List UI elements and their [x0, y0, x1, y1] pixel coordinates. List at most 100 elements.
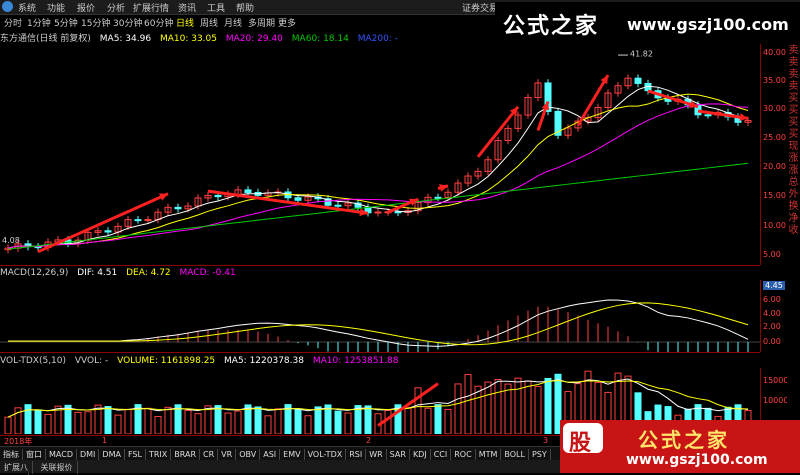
price-tick: 20.00	[763, 162, 786, 171]
vol-ma10-readout: MA10: 1253851.88	[312, 356, 399, 366]
menu-extended-market[interactable]: 扩展行情	[133, 1, 169, 14]
volume-bar	[154, 415, 162, 435]
period-monthly[interactable]: 月线	[224, 16, 242, 29]
watermark-bottom-title: 公式之家	[638, 428, 730, 452]
vol-tick: 15000	[763, 376, 789, 385]
time-month-2: 2	[366, 436, 372, 445]
price-tick: 40.00	[763, 48, 786, 57]
volume-bar	[4, 416, 12, 435]
volume-bar	[234, 410, 242, 435]
menu-help[interactable]: 帮助	[236, 1, 254, 14]
vvol-readout: VVOL: -	[74, 356, 109, 366]
volume-bar	[114, 414, 122, 435]
period-daily[interactable]: 日线	[176, 16, 194, 29]
volume-bar	[24, 404, 32, 435]
dea-readout: DEA: 4.72	[126, 268, 171, 278]
volume-bar	[274, 408, 282, 435]
period-1min[interactable]: 1分钟	[27, 16, 51, 29]
price-tick: 10.00	[763, 221, 786, 230]
macd-chart[interactable]	[0, 280, 760, 372]
macd-readout: MACD: -0.41	[179, 268, 236, 278]
candle-body	[394, 211, 402, 214]
side-panel-label: 净	[788, 213, 799, 224]
menu-function[interactable]: 功能	[47, 1, 65, 14]
volume-bar	[164, 406, 172, 435]
volume-bar	[224, 412, 232, 435]
macd-current-badge: 4.45	[763, 281, 785, 290]
side-panel-column: 卖卖卖卖买买买买现涨涨总外换净收	[787, 45, 800, 435]
side-panel-label: 外	[788, 189, 799, 200]
side-panel-label: 涨	[788, 165, 799, 176]
side-panel-label: 现	[788, 141, 799, 152]
ma60-readout: MA60: 18.14	[291, 34, 349, 44]
volume-bar	[34, 409, 42, 435]
volume-bar	[544, 377, 552, 435]
menu-news[interactable]: 资讯	[178, 1, 196, 14]
menu-quote[interactable]: 报价	[77, 1, 95, 14]
period-5min[interactable]: 5分钟	[54, 16, 78, 29]
volume-bar	[424, 407, 432, 435]
price-tick: 15.00	[763, 191, 786, 200]
price-tick: 25.00	[763, 133, 786, 142]
period-60min[interactable]: 60分钟	[144, 16, 173, 29]
volume-bar	[104, 406, 112, 435]
volume-bar	[404, 406, 412, 435]
menu-analysis[interactable]: 分析	[107, 1, 125, 14]
ma5-readout: MA5: 34.96	[99, 34, 152, 44]
volume-bar	[294, 408, 302, 435]
ma60-line	[7, 162, 749, 250]
watermark-top: 公式之家 www.gszj100.com	[495, 2, 800, 42]
period-more[interactable]: 更多	[278, 16, 296, 29]
volume-bar	[484, 381, 492, 435]
side-panel-label: 卖	[788, 69, 799, 80]
volume-bar	[264, 415, 272, 435]
ma20-readout: MA20: 29.40	[225, 34, 283, 44]
volume-bar	[194, 413, 202, 435]
volume-bar	[44, 413, 52, 435]
vol-title: VOL-TDX(5,10)	[0, 356, 67, 366]
low-price-label: 4.08	[2, 236, 20, 245]
period-multi[interactable]: 多周期	[248, 16, 275, 29]
side-panel-label: 换	[788, 201, 799, 212]
period-weekly[interactable]: 周线	[200, 16, 218, 29]
menu-tools[interactable]: 工具	[207, 1, 225, 14]
side-panel-label: 买	[788, 105, 799, 116]
volume-bar	[344, 412, 352, 435]
side-panel-label: 卖	[788, 45, 799, 56]
period-30min[interactable]: 30分钟	[113, 16, 142, 29]
menu-system[interactable]: 系统	[18, 1, 36, 14]
candle-body	[704, 114, 712, 117]
price-pane[interactable]: 41.82 4.08	[0, 44, 760, 266]
tab-related-quote[interactable]: 关联报价	[37, 461, 78, 474]
candle-body	[144, 219, 152, 222]
volume-bar	[474, 385, 482, 435]
macd-tick: 2.00	[763, 322, 781, 331]
ma200-readout: MA200: -	[357, 34, 398, 44]
macd-tick: 4.00	[763, 309, 781, 318]
bottom-tab-bar: 扩展八 关联报价	[0, 460, 560, 474]
tab-extension-8[interactable]: 扩展八	[0, 461, 33, 474]
period-tick[interactable]: 分时	[4, 16, 22, 29]
candle-body	[294, 197, 302, 201]
side-panel-label: 卖	[788, 57, 799, 68]
app-logo-icon	[2, 1, 13, 12]
side-panel-label: 收	[788, 225, 799, 236]
candle-body	[214, 194, 222, 198]
candle-body	[244, 189, 252, 193]
volume-bar	[434, 404, 442, 435]
price-tick: 30.00	[763, 104, 786, 113]
macd-tick: 0.00	[763, 337, 781, 346]
candle-body	[104, 230, 112, 233]
ma10-line	[7, 93, 749, 249]
volume-bar	[444, 408, 452, 435]
candlestick-chart[interactable]: 41.82 4.08	[0, 44, 760, 265]
ma10-readout: MA10: 33.05	[159, 34, 217, 44]
time-month-3: 3	[543, 436, 549, 445]
securities-trading-menu[interactable]: 证券交易	[462, 1, 498, 14]
dea-line	[8, 302, 749, 346]
period-15min[interactable]: 15分钟	[81, 16, 110, 29]
dif-readout: DIF: 4.51	[77, 268, 118, 278]
high-price-label: 41.82	[630, 50, 653, 59]
price-tick: 5.00	[763, 250, 781, 259]
macd-pane[interactable]	[0, 280, 760, 372]
